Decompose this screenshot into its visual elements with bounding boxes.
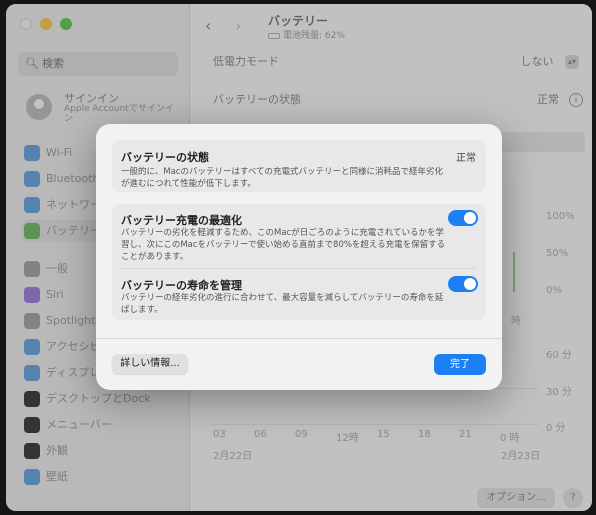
longevity-title: バッテリーの寿命を管理 [121, 279, 242, 292]
health-status: 正常 [456, 153, 476, 164]
optimize-title: バッテリー充電の最適化 [121, 214, 242, 227]
more-info-button[interactable]: 詳しい情報... [112, 354, 188, 374]
divider [122, 268, 476, 269]
optimize-description: バッテリーの劣化を軽減するため、このMacが日ごろのように充電されているかを学習… [121, 228, 446, 262]
longevity-toggle[interactable] [448, 276, 478, 292]
footer-divider [96, 338, 502, 339]
settings-card: バッテリー充電の最適化 バッテリーの劣化を軽減するため、このMacが日ごろのよう… [112, 204, 486, 320]
optimize-toggle[interactable] [448, 210, 478, 226]
longevity-description: バッテリーの経年劣化の進行に合わせて、最大容量を減らしてバッテリーの寿命を延ばし… [121, 293, 444, 315]
health-description: 一般的に、Macのバッテリーはすべての充電式バッテリーと同様に消耗品で経年劣化が… [121, 167, 444, 189]
battery-health-dialog: バッテリーの状態 正常 一般的に、Macのバッテリーはすべての充電式バッテリーと… [96, 124, 502, 390]
health-title: バッテリーの状態 [121, 151, 209, 164]
health-card: バッテリーの状態 正常 一般的に、Macのバッテリーはすべての充電式バッテリーと… [112, 140, 486, 192]
done-button[interactable]: 完了 [434, 354, 486, 375]
